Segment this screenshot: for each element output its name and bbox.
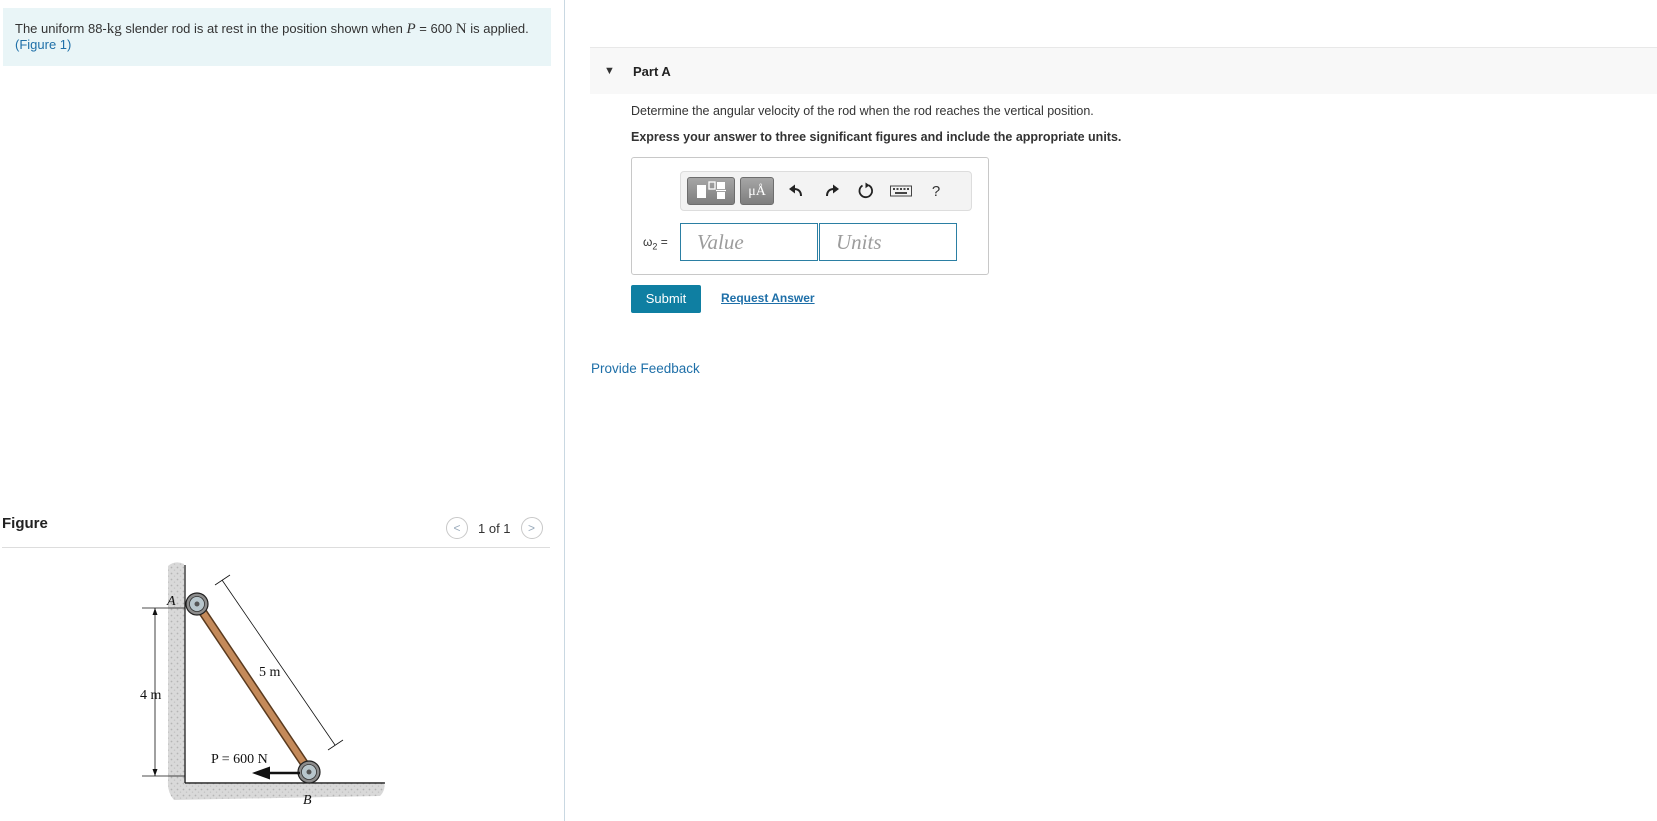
template-button[interactable] (687, 177, 735, 205)
label-force: P = 600 N (211, 752, 268, 767)
units-button[interactable]: μÅ (740, 177, 774, 205)
provide-feedback-link[interactable]: Provide Feedback (591, 361, 700, 376)
omega-symbol: ω (643, 235, 653, 249)
answer-variable-label: ω2 = (643, 235, 668, 251)
left-pane: The uniform 88-kg slender rod is at rest… (0, 0, 564, 821)
value-input[interactable]: Value (680, 223, 818, 261)
figure-pager: < 1 of 1 > (446, 516, 543, 540)
units-input[interactable]: Units (819, 223, 957, 261)
keyboard-button[interactable] (890, 180, 912, 202)
label-length: 5 m (259, 665, 281, 680)
label-b: B (303, 793, 312, 808)
question-text: Determine the angular velocity of the ro… (631, 104, 1094, 118)
math-toolbar: μÅ ? (680, 171, 972, 211)
mass-unit: kg (106, 21, 122, 37)
equals-sign: = (657, 235, 668, 249)
problem-text-mid: slender rod is at rest in the position s… (121, 21, 407, 36)
request-answer-link[interactable]: Request Answer (721, 291, 815, 305)
force-equals: = 600 (415, 21, 456, 36)
problem-statement: The uniform 88-kg slender rod is at rest… (3, 8, 551, 66)
part-title: Part A (633, 64, 671, 79)
redo-button[interactable] (821, 180, 843, 202)
keyboard-icon (890, 185, 912, 197)
figure-divider (2, 547, 550, 548)
figure-diagram: A B 5 m 4 m P = 600 N (140, 562, 385, 808)
undo-button[interactable] (785, 180, 807, 202)
undo-icon (789, 184, 802, 197)
redo-icon (826, 184, 839, 197)
prev-figure-button[interactable]: < (446, 517, 468, 539)
help-button[interactable]: ? (925, 180, 947, 202)
reset-icon (858, 182, 873, 199)
submit-button[interactable]: Submit (631, 285, 701, 313)
label-height: 4 m (140, 688, 162, 703)
figure-heading: Figure (2, 515, 48, 532)
figure-count: 1 of 1 (478, 520, 511, 536)
problem-text-end: is applied. (466, 21, 529, 36)
problem-text-start: The uniform 88- (15, 21, 107, 36)
force-symbol: P (406, 21, 416, 37)
force-unit: N (455, 21, 467, 37)
part-a-header[interactable]: ▼ Part A (590, 47, 1657, 94)
answer-box: μÅ ? ω2 = Value Units (631, 157, 989, 275)
next-figure-button[interactable]: > (520, 517, 543, 539)
figure-link[interactable]: (Figure 1) (15, 37, 71, 52)
template-icon (697, 181, 726, 199)
pane-divider (564, 0, 565, 821)
collapse-caret-icon[interactable]: ▼ (604, 65, 615, 77)
label-a: A (166, 594, 176, 609)
instruction-text: Express your answer to three significant… (631, 130, 1122, 144)
reset-button[interactable] (855, 180, 877, 202)
